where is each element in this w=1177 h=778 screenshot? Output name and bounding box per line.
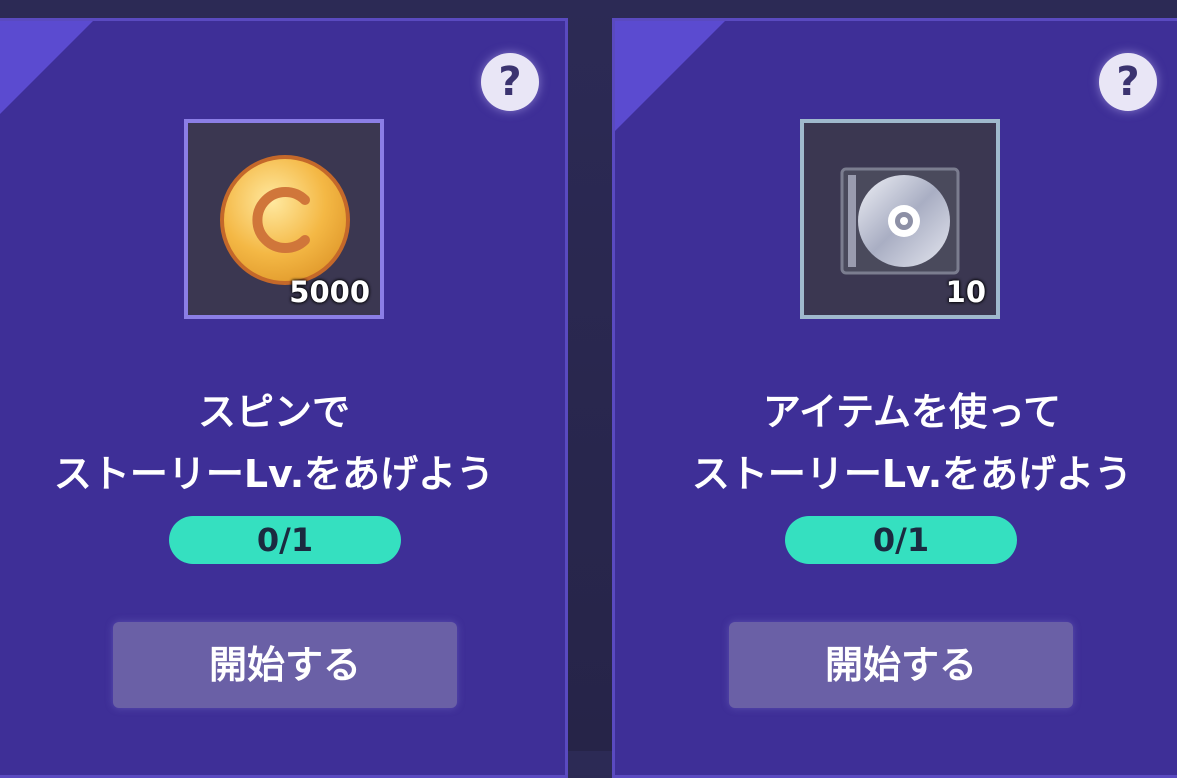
start-button[interactable]: 開始する (113, 622, 457, 708)
start-button[interactable]: 開始する (729, 622, 1073, 708)
help-button[interactable]: ? (481, 53, 539, 111)
item-quantity: 10 (945, 275, 986, 309)
mission-title-line1: アイテムを使って (762, 390, 1062, 434)
mission-card-spin: ? 5000 スピンで ストーリーLv.をあげよう 0/1 開始する (0, 18, 568, 778)
card-corner-accent (615, 21, 725, 131)
mission-title: スピンで ストーリーLv.をあげよう (0, 381, 565, 505)
help-button[interactable]: ? (1099, 53, 1157, 111)
progress-badge: 0/1 (785, 516, 1017, 564)
item-quantity: 5000 (289, 275, 370, 309)
mission-title-line2: ストーリーLv.をあげよう (691, 452, 1133, 496)
card-corner-accent (0, 21, 93, 131)
reward-item-slot[interactable]: 10 (800, 119, 1000, 319)
reward-item-slot[interactable]: 5000 (184, 119, 384, 319)
mission-card-item: ? 10 アイテムを使って ストーリーLv.をあげよう 0/1 開始する (612, 18, 1177, 778)
mission-title-line2: ストーリーLv.をあげよう (53, 452, 495, 496)
mission-title-line1: スピンで (197, 390, 350, 434)
progress-badge: 0/1 (169, 516, 401, 564)
mission-title: アイテムを使って ストーリーLv.をあげよう (615, 381, 1177, 505)
